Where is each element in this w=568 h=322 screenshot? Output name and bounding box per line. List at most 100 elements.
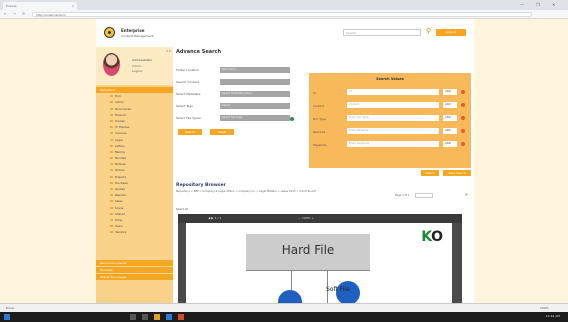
select-all-checkbox[interactable]: Select All xyxy=(176,208,188,211)
remove-row-icon[interactable] xyxy=(461,90,465,94)
remove-row-icon[interactable] xyxy=(461,142,465,146)
ko-logo-o: O xyxy=(431,229,443,245)
field-value: Select File Type xyxy=(222,116,242,119)
logout-button[interactable]: Logout xyxy=(436,29,466,36)
remarks-input[interactable]: Enter Remarks xyxy=(347,128,439,134)
remove-row-icon[interactable] xyxy=(461,116,465,120)
status-left: Done xyxy=(6,306,14,310)
tree-item-label: Memos xyxy=(115,149,126,154)
doc-type-input[interactable]: Enter Doc Type xyxy=(347,115,439,121)
diagram-node xyxy=(278,290,302,303)
field-value: Select xyxy=(222,104,231,107)
select-file-types-input[interactable]: Select File Type xyxy=(220,115,290,121)
reset-button[interactable]: Reset xyxy=(210,129,234,135)
page-input[interactable] xyxy=(415,193,433,198)
id-input[interactable]: Id xyxy=(347,89,439,95)
row-placeholder: Enter Doc Type xyxy=(349,116,369,119)
folder-icon xyxy=(110,95,113,98)
url-field[interactable]: http://localhost/ecm xyxy=(32,12,532,17)
field-search-content: Search Content xyxy=(176,79,290,85)
tree-item-label: Documents xyxy=(115,106,131,111)
content-input[interactable]: Content xyxy=(347,102,439,108)
operator-select[interactable]: AND xyxy=(443,89,457,95)
remove-row-icon[interactable] xyxy=(461,103,465,107)
field-folder-location: Folder Location Repository xyxy=(176,67,290,73)
add-field-icon[interactable] xyxy=(290,117,294,121)
search-icon[interactable]: ⚲ xyxy=(426,28,431,35)
tree-item-label: Ecm xyxy=(115,94,122,99)
tree-item-label: Shared xyxy=(115,211,125,216)
search-value-row: Content Content AND xyxy=(313,102,469,109)
taskbar-app-icon[interactable] xyxy=(178,314,184,320)
tab-close-icon[interactable]: × xyxy=(71,4,74,8)
folder-icon xyxy=(110,188,113,190)
operator-select[interactable]: AND xyxy=(443,115,457,121)
folder-icon xyxy=(110,194,113,197)
repository-browser-title: Repository Browser xyxy=(176,183,226,188)
reload-icon[interactable]: ⟳ xyxy=(22,12,25,16)
values-search-button[interactable]: Search xyxy=(421,170,439,176)
search-value-row: Remarks Enter Remarks AND xyxy=(313,128,469,135)
operator-select[interactable]: AND xyxy=(443,102,457,108)
search-value-row: Keywords Enter Keywords AND xyxy=(313,141,469,148)
maximize-icon[interactable]: ❐ xyxy=(536,2,540,7)
app: Enterprise Content Management Search ⚲ L… xyxy=(0,19,568,303)
folder-icon xyxy=(110,101,113,104)
folder-icon xyxy=(110,200,113,203)
folder-icon xyxy=(110,163,113,166)
field-select-file-types: Select File Types Select File Type xyxy=(176,115,290,121)
search-values-title: Search Values xyxy=(376,77,404,81)
minimize-icon[interactable]: — xyxy=(520,2,524,7)
header-search-input[interactable]: Search xyxy=(343,29,421,36)
search-content-input[interactable] xyxy=(220,79,290,85)
browser-tabbar: Ecaves × — ❐ ✕ xyxy=(0,0,568,10)
field-label: Select Metadata xyxy=(176,92,201,96)
search-button[interactable]: Search xyxy=(178,129,202,135)
tree-item-label: Projects xyxy=(115,174,127,179)
refresh-icon[interactable]: ⟳ xyxy=(465,193,468,197)
sidebar: Administrator Admin Logout ✕✕ Repository… xyxy=(96,47,173,303)
browser-tab[interactable]: Ecaves × xyxy=(3,2,77,10)
remove-row-icon[interactable] xyxy=(461,129,465,133)
start-icon[interactable] xyxy=(4,314,10,320)
tree-item-label: Sales xyxy=(115,199,123,204)
tree-item-label: Human xyxy=(115,118,126,123)
select-metadata-input[interactable]: Select Metadata Group xyxy=(220,91,290,97)
folder-icon xyxy=(110,225,113,228)
tree-item-label: Orders xyxy=(115,168,125,173)
status-right: 100% xyxy=(540,306,549,310)
collapse-icon[interactable]: ✕✕ xyxy=(166,49,171,53)
folder-icon xyxy=(110,150,113,153)
tree-item-label: Scans xyxy=(115,205,124,210)
save-search-button[interactable]: Save Search xyxy=(443,170,471,176)
close-window-icon[interactable]: ✕ xyxy=(552,2,555,7)
folder-icon xyxy=(110,157,113,160)
ko-logo-k: K xyxy=(421,229,432,245)
operator-select[interactable]: AND xyxy=(443,141,457,147)
forward-icon[interactable]: → xyxy=(13,12,16,16)
field-label: Folder Location xyxy=(176,68,199,72)
doc-subtitle: Soft File xyxy=(326,286,350,293)
tree-item-label: Minutes xyxy=(115,156,127,161)
field-select-metadata: Select Metadata Select Metadata Group xyxy=(176,91,290,97)
taskbar-app-icon[interactable] xyxy=(166,314,172,320)
page-nav[interactable]: ◀ ▶ 1 / 1 xyxy=(208,216,221,220)
profile-logout-link[interactable]: Logout xyxy=(132,69,142,73)
folder-icon xyxy=(110,181,113,184)
row-placeholder: Enter Remarks xyxy=(349,129,369,132)
sidebar-item-favorites[interactable]: Favorites xyxy=(96,267,173,273)
taskbar-app-icon[interactable] xyxy=(142,314,148,320)
sidebar-item-shared[interactable]: Shared Documents xyxy=(96,274,173,280)
taskbar-app-icon[interactable] xyxy=(154,314,160,320)
folder-location-input[interactable]: Repository xyxy=(220,67,290,73)
taskbar-app-icon[interactable] xyxy=(130,314,136,320)
back-icon[interactable]: ← xyxy=(4,12,7,16)
keywords-input[interactable]: Enter Keywords xyxy=(347,141,439,147)
operator-select[interactable]: AND xyxy=(443,128,457,134)
search-value-row: Id Id AND xyxy=(313,89,469,96)
tree-item[interactable]: Work xyxy=(96,236,173,238)
sidebar-item-recent[interactable]: Recent Documents xyxy=(96,260,173,266)
row-label: Keywords xyxy=(313,143,327,147)
select-tags-input[interactable]: Select xyxy=(220,103,290,109)
zoom-control[interactable]: — 100% + xyxy=(298,216,314,220)
